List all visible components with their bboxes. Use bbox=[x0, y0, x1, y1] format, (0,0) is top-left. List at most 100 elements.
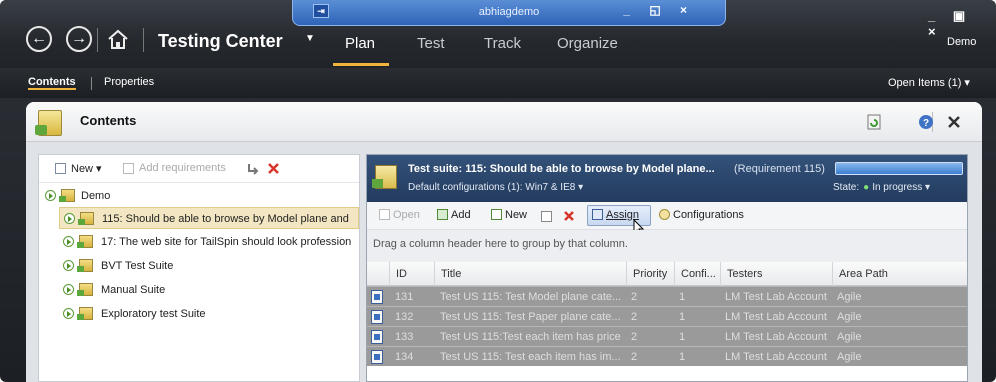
tree-item-label: 17: The web site for TailSpin should loo… bbox=[101, 236, 352, 248]
open-label: Open bbox=[393, 209, 420, 221]
table-row[interactable]: 134 Test US 115: Test each item has im..… bbox=[367, 346, 967, 366]
tree-item[interactable]: BVT Test Suite bbox=[59, 255, 359, 277]
active-tab-indicator bbox=[333, 63, 389, 66]
cell-configurations: 1 bbox=[679, 311, 686, 323]
tree-item-label: Exploratory test Suite bbox=[101, 308, 206, 320]
column-header-priority[interactable]: Priority bbox=[626, 262, 674, 286]
expand-icon[interactable] bbox=[64, 213, 75, 224]
state-value[interactable]: In progress ▾ bbox=[872, 182, 930, 193]
cell-testers: LM Test Lab Account bbox=[725, 311, 827, 323]
cell-configurations: 1 bbox=[679, 291, 686, 303]
cell-testers: LM Test Lab Account bbox=[725, 331, 827, 343]
svg-text:?: ? bbox=[923, 118, 929, 129]
new-label: New bbox=[505, 209, 528, 221]
configurations-button[interactable]: Configurations bbox=[659, 209, 744, 221]
tab-test[interactable]: Test bbox=[417, 35, 445, 52]
suite-icon bbox=[77, 259, 93, 272]
user-name[interactable]: Demo bbox=[947, 36, 976, 48]
main-window-controls[interactable]: _ ▣ × bbox=[928, 8, 996, 39]
table-row[interactable]: 131 Test US 115: Test Model plane cate..… bbox=[367, 286, 967, 306]
new-button[interactable]: New ▾ bbox=[71, 162, 102, 175]
table-row[interactable]: 132 Test US 115: Test Paper plane cate..… bbox=[367, 306, 967, 326]
column-header-testers[interactable]: Testers bbox=[720, 262, 832, 286]
cell-title: Test US 115: Test Paper plane cate... bbox=[440, 311, 621, 323]
cell-id: 134 bbox=[395, 351, 414, 363]
add-label: Add bbox=[451, 209, 471, 221]
app-menu-chevron-icon[interactable]: ▼ bbox=[305, 33, 315, 44]
test-case-toolbar: Open Add New Assign Configurations bbox=[367, 202, 967, 230]
expand-icon[interactable] bbox=[63, 260, 74, 271]
tree-item-label: Manual Suite bbox=[101, 284, 166, 296]
suite-detail-pane: Test suite: 115: Should be able to brows… bbox=[366, 154, 968, 382]
requirement-label[interactable]: (Requirement 115) bbox=[734, 163, 825, 175]
add-requirements-button[interactable]: Add requirements bbox=[139, 162, 226, 174]
expand-icon[interactable] bbox=[63, 236, 74, 247]
configurations-icon bbox=[659, 209, 670, 220]
assign-icon bbox=[592, 209, 603, 220]
sub-navigation: Contents Properties Open Items (1) ▾ bbox=[0, 68, 996, 98]
progress-fill bbox=[836, 163, 962, 174]
cell-title: Test US 115: Test Model plane cate... bbox=[440, 291, 622, 303]
test-case-icon bbox=[371, 310, 383, 324]
add-button[interactable]: Add bbox=[437, 209, 471, 221]
suite-icon bbox=[77, 235, 93, 248]
cell-testers: LM Test Lab Account bbox=[725, 291, 827, 303]
suite-progress-bar bbox=[835, 162, 963, 175]
remove-icon[interactable] bbox=[563, 210, 575, 222]
open-icon bbox=[379, 209, 390, 220]
subnav-properties[interactable]: Properties bbox=[104, 76, 154, 88]
suite-icon bbox=[78, 212, 94, 225]
app-window: ⇥ abhiagdemo _ ◱ × _ ▣ × ← → Testing Cen… bbox=[0, 0, 996, 382]
test-plan-icon bbox=[35, 110, 62, 136]
tab-track[interactable]: Track bbox=[484, 35, 521, 52]
folder-icon bbox=[59, 189, 75, 202]
cell-id: 133 bbox=[395, 331, 414, 343]
column-header-handle[interactable] bbox=[367, 262, 389, 286]
subnav-contents[interactable]: Contents bbox=[28, 76, 76, 90]
open-items-dropdown[interactable]: Open Items (1) ▾ bbox=[888, 76, 970, 89]
column-header-area-path[interactable]: Area Path bbox=[832, 262, 967, 286]
suite-tree-pane: New ▾ Add requirements Demo 115: Should … bbox=[38, 154, 360, 382]
open-button[interactable]: Open bbox=[379, 209, 420, 221]
cell-id: 131 bbox=[395, 291, 414, 303]
column-header-id[interactable]: ID bbox=[389, 262, 434, 286]
new-test-button[interactable]: New bbox=[491, 209, 527, 221]
cell-area-path: Agile bbox=[837, 351, 862, 363]
tree-item[interactable]: 17: The web site for TailSpin should loo… bbox=[59, 231, 359, 253]
state-control[interactable]: State: ● In progress ▾ bbox=[833, 182, 930, 193]
cell-title: Test US 115: Test each item has im... bbox=[440, 351, 621, 363]
cell-priority: 2 bbox=[631, 331, 638, 343]
tree-item[interactable]: Exploratory test Suite bbox=[59, 303, 359, 325]
home-icon[interactable] bbox=[106, 28, 130, 50]
suite-header: Test suite: 115: Should be able to brows… bbox=[367, 155, 967, 202]
column-header-title[interactable]: Title bbox=[434, 262, 626, 286]
close-icon[interactable] bbox=[946, 114, 962, 130]
refresh-icon[interactable] bbox=[866, 114, 882, 130]
state-dot-icon: ● bbox=[863, 182, 870, 193]
delete-icon[interactable] bbox=[267, 162, 280, 175]
back-icon[interactable]: ← bbox=[26, 26, 52, 52]
state-label: State: bbox=[833, 182, 860, 193]
new-icon bbox=[491, 209, 502, 220]
forward-icon[interactable]: → bbox=[66, 26, 92, 52]
expand-icon[interactable] bbox=[45, 190, 56, 201]
tree-item[interactable]: Manual Suite bbox=[59, 279, 359, 301]
assign-button-content: Assign bbox=[592, 209, 639, 221]
tree-item-selected[interactable]: 115: Should be able to browse by Model p… bbox=[59, 207, 359, 229]
tab-plan[interactable]: Plan bbox=[345, 35, 375, 52]
add-icon bbox=[437, 209, 448, 220]
help-icon[interactable]: ? bbox=[918, 114, 934, 130]
tab-organize[interactable]: Organize bbox=[557, 35, 618, 52]
panel-header: Contents ? bbox=[26, 102, 982, 142]
column-header-configurations[interactable]: Confi... bbox=[674, 262, 720, 286]
move-icon[interactable] bbox=[245, 162, 259, 176]
expand-icon[interactable] bbox=[63, 308, 74, 319]
window-controls[interactable]: _ ◱ × bbox=[623, 3, 695, 17]
expand-icon[interactable] bbox=[63, 284, 74, 295]
configurations-dropdown[interactable]: Default configurations (1): Win7 & IE8 ▾ bbox=[408, 182, 583, 193]
table-row[interactable]: 133 Test US 115:Test each item has price… bbox=[367, 326, 967, 346]
table-header: ID Title Priority Confi... Testers Area … bbox=[367, 262, 967, 286]
copy-icon[interactable] bbox=[541, 211, 552, 222]
cell-title: Test US 115:Test each item has price bbox=[440, 331, 621, 343]
tree-item-demo[interactable]: Demo bbox=[43, 185, 353, 207]
